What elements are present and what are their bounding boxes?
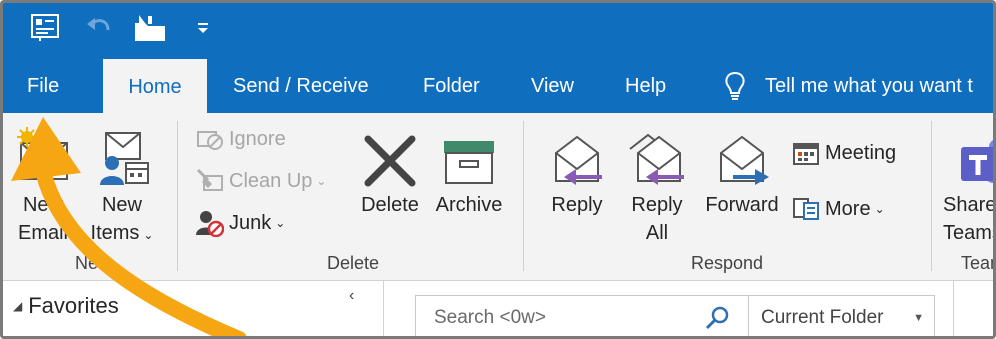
delete-button[interactable]: Delete	[357, 119, 423, 219]
group-separator	[931, 121, 932, 271]
reply-all-label-2: All	[645, 222, 669, 244]
search-input[interactable]	[416, 307, 686, 329]
undo-button[interactable]	[81, 11, 115, 45]
reply-label: Reply	[551, 194, 603, 216]
group-label-delete: Delete	[326, 253, 380, 273]
junk-button[interactable]: Junk ⌄	[195, 209, 285, 237]
teams-icon	[961, 140, 993, 183]
delete-x-icon	[364, 135, 416, 187]
archive-label: Archive	[435, 194, 503, 216]
delete-label: Delete	[361, 194, 419, 216]
pane-divider	[383, 281, 384, 336]
forward-button[interactable]: Forward	[699, 119, 785, 219]
new-items-icon	[100, 132, 149, 185]
meeting-calendar-icon	[793, 143, 819, 165]
collapse-folder-pane-button[interactable]: ‹	[349, 287, 354, 305]
junk-label: Junk	[229, 211, 272, 234]
send-receive-all-button[interactable]	[27, 11, 63, 45]
dropdown-arrow-icon: ▼	[913, 312, 924, 324]
search-box: Current Folder ▼	[415, 295, 935, 336]
forward-label: Forward	[705, 194, 779, 216]
chevron-down-icon: ⌄	[275, 216, 286, 230]
lightbulb-icon	[725, 71, 745, 100]
reply-all-button[interactable]: Reply All	[621, 119, 693, 247]
reply-all-label-1: Reply	[631, 194, 683, 216]
tab-view[interactable]: View	[529, 59, 576, 113]
outlook-window: File Home Send / Receive Folder View Hel…	[0, 0, 996, 339]
chevron-down-icon: ⌄	[316, 174, 327, 188]
more-respond-icon	[793, 198, 819, 220]
new-items-button[interactable]: New Items ⌄	[83, 119, 161, 249]
reply-all-icon	[629, 133, 684, 185]
new-email-label-2: Email	[17, 222, 68, 244]
new-items-label-2: Items	[90, 222, 140, 244]
ignore-button[interactable]: Ignore	[195, 125, 286, 153]
share-teams-label-1: Share	[943, 194, 996, 216]
group-label-teams: Teams	[961, 253, 993, 273]
search-icon[interactable]	[704, 304, 732, 332]
archive-button[interactable]: Archive	[431, 119, 507, 219]
tab-folder[interactable]: Folder	[421, 59, 482, 113]
more-label: More	[825, 197, 871, 220]
ribbon-tab-bar: File Home Send / Receive Folder View Hel…	[3, 59, 993, 115]
new-items-label-1: New	[101, 194, 142, 216]
more-respond-button[interactable]: More ⌄	[791, 195, 885, 223]
meeting-button[interactable]: Meeting	[791, 139, 896, 167]
group-separator	[523, 121, 524, 271]
search-scope-label: Current Folder	[761, 307, 884, 328]
group-separator	[177, 121, 178, 271]
folder-icon	[135, 15, 165, 41]
tell-me-label: Tell me what you want t	[765, 74, 973, 97]
send-receive-all-icon	[31, 14, 59, 41]
chevron-down-icon: ⌄	[143, 228, 154, 242]
meeting-label: Meeting	[825, 141, 897, 164]
new-email-button[interactable]: New Email	[9, 119, 77, 247]
clean-up-icon	[196, 168, 223, 191]
chevron-down-icon: ⌄	[874, 202, 885, 216]
ignore-label: Ignore	[229, 127, 286, 150]
favorites-header[interactable]: ◢ Favorites	[13, 293, 119, 319]
reply-button[interactable]: Reply	[543, 119, 611, 219]
group-label-respond: Respond	[690, 253, 764, 273]
undo-icon	[87, 18, 110, 31]
title-bar	[3, 3, 993, 59]
group-label-new: New	[74, 253, 111, 273]
new-email-label-1: New	[22, 194, 63, 216]
archive-box-icon	[444, 141, 494, 184]
favorites-label: Favorites	[28, 293, 119, 318]
tab-send-receive[interactable]: Send / Receive	[231, 59, 371, 113]
ignore-icon	[197, 131, 223, 150]
content-header: ◢ Favorites ‹ Current Folder ▼	[3, 281, 993, 336]
search-scope-dropdown[interactable]: Current Folder ▼	[748, 296, 934, 336]
forward-icon	[720, 135, 769, 185]
tab-file[interactable]: File	[25, 59, 61, 113]
chevron-down-icon	[198, 23, 208, 33]
share-teams-label-2: Teams	[943, 222, 993, 244]
move-to-folder-button[interactable]	[131, 11, 169, 45]
reply-icon	[555, 135, 602, 185]
collapse-triangle-icon: ◢	[13, 299, 23, 313]
new-email-icon	[17, 127, 68, 180]
tell-me-box[interactable]: Tell me what you want t	[723, 59, 973, 113]
pane-divider	[953, 281, 954, 336]
junk-icon	[196, 211, 224, 237]
clean-up-label: Clean Up	[229, 169, 313, 192]
tab-home[interactable]: Home	[103, 59, 207, 115]
share-to-teams-button[interactable]: Share Teams	[943, 119, 996, 247]
ribbon-home: New Email New Items ⌄ New Ignore Clean U…	[3, 113, 996, 281]
tab-help[interactable]: Help	[623, 59, 668, 113]
clean-up-button[interactable]: Clean Up ⌄	[195, 167, 326, 195]
customize-qat-button[interactable]	[193, 11, 213, 45]
